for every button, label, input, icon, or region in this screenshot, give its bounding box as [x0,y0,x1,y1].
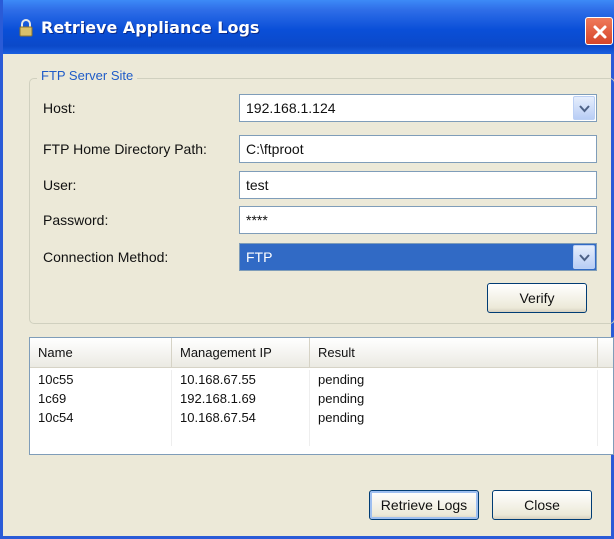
cell-empty [172,427,310,446]
connection-method-combobox[interactable]: FTP [239,243,597,271]
cell-empty [310,427,598,446]
cell-name: 10c54 [30,408,172,427]
close-window-button[interactable] [585,17,613,45]
connection-dropdown-button[interactable] [573,245,595,269]
dialog-window: Retrieve Appliance Logs FTP Server Site … [0,0,614,539]
cell-empty [30,427,172,446]
home-dir-field[interactable]: C:\ftproot [239,135,597,163]
password-field[interactable]: **** [239,206,597,234]
host-label: Host: [43,100,76,116]
home-dir-value: C:\ftproot [246,141,304,157]
window-title: Retrieve Appliance Logs [41,18,260,37]
retrieve-logs-button[interactable]: Retrieve Logs [369,490,479,520]
ftp-server-legend: FTP Server Site [37,68,138,83]
cell-result: pending [310,389,598,408]
chevron-down-icon [579,105,590,113]
user-label: User: [43,177,77,193]
user-field[interactable]: test [239,171,597,199]
column-header-management-ip[interactable]: Management IP [172,338,310,368]
appliance-table: Name Management IP Result 10c55 10.168.6… [29,337,614,455]
cell-management-ip: 192.168.1.69 [172,389,310,408]
cell-management-ip: 10.168.67.54 [172,408,310,427]
chevron-down-icon [579,254,590,262]
cell-result: pending [310,408,598,427]
host-value: 192.168.1.124 [246,100,336,116]
table-header: Name Management IP Result [30,338,613,368]
connection-method-label: Connection Method: [43,249,169,265]
table-row[interactable]: 1c69 192.168.1.69 pending [30,389,613,408]
table-row[interactable]: 10c55 10.168.67.55 pending [30,370,613,389]
table-row-empty [30,427,613,446]
column-header-result[interactable]: Result [310,338,598,368]
lock-icon [19,19,33,37]
title-bar[interactable]: Retrieve Appliance Logs [3,0,614,54]
password-value: **** [246,212,268,228]
home-dir-label: FTP Home Directory Path: [43,141,207,157]
host-combobox[interactable]: 192.168.1.124 [239,94,597,122]
cell-name: 10c55 [30,370,172,389]
connection-method-value: FTP [246,249,273,265]
verify-button[interactable]: Verify [487,283,587,313]
table-row[interactable]: 10c54 10.168.67.54 pending [30,408,613,427]
cell-name: 1c69 [30,389,172,408]
cell-result: pending [310,370,598,389]
password-label: Password: [43,212,109,228]
cell-management-ip: 10.168.67.55 [172,370,310,389]
column-header-name[interactable]: Name [30,338,172,368]
host-dropdown-button[interactable] [573,96,595,120]
close-icon [593,25,607,39]
user-value: test [246,177,269,193]
close-button[interactable]: Close [492,490,592,520]
